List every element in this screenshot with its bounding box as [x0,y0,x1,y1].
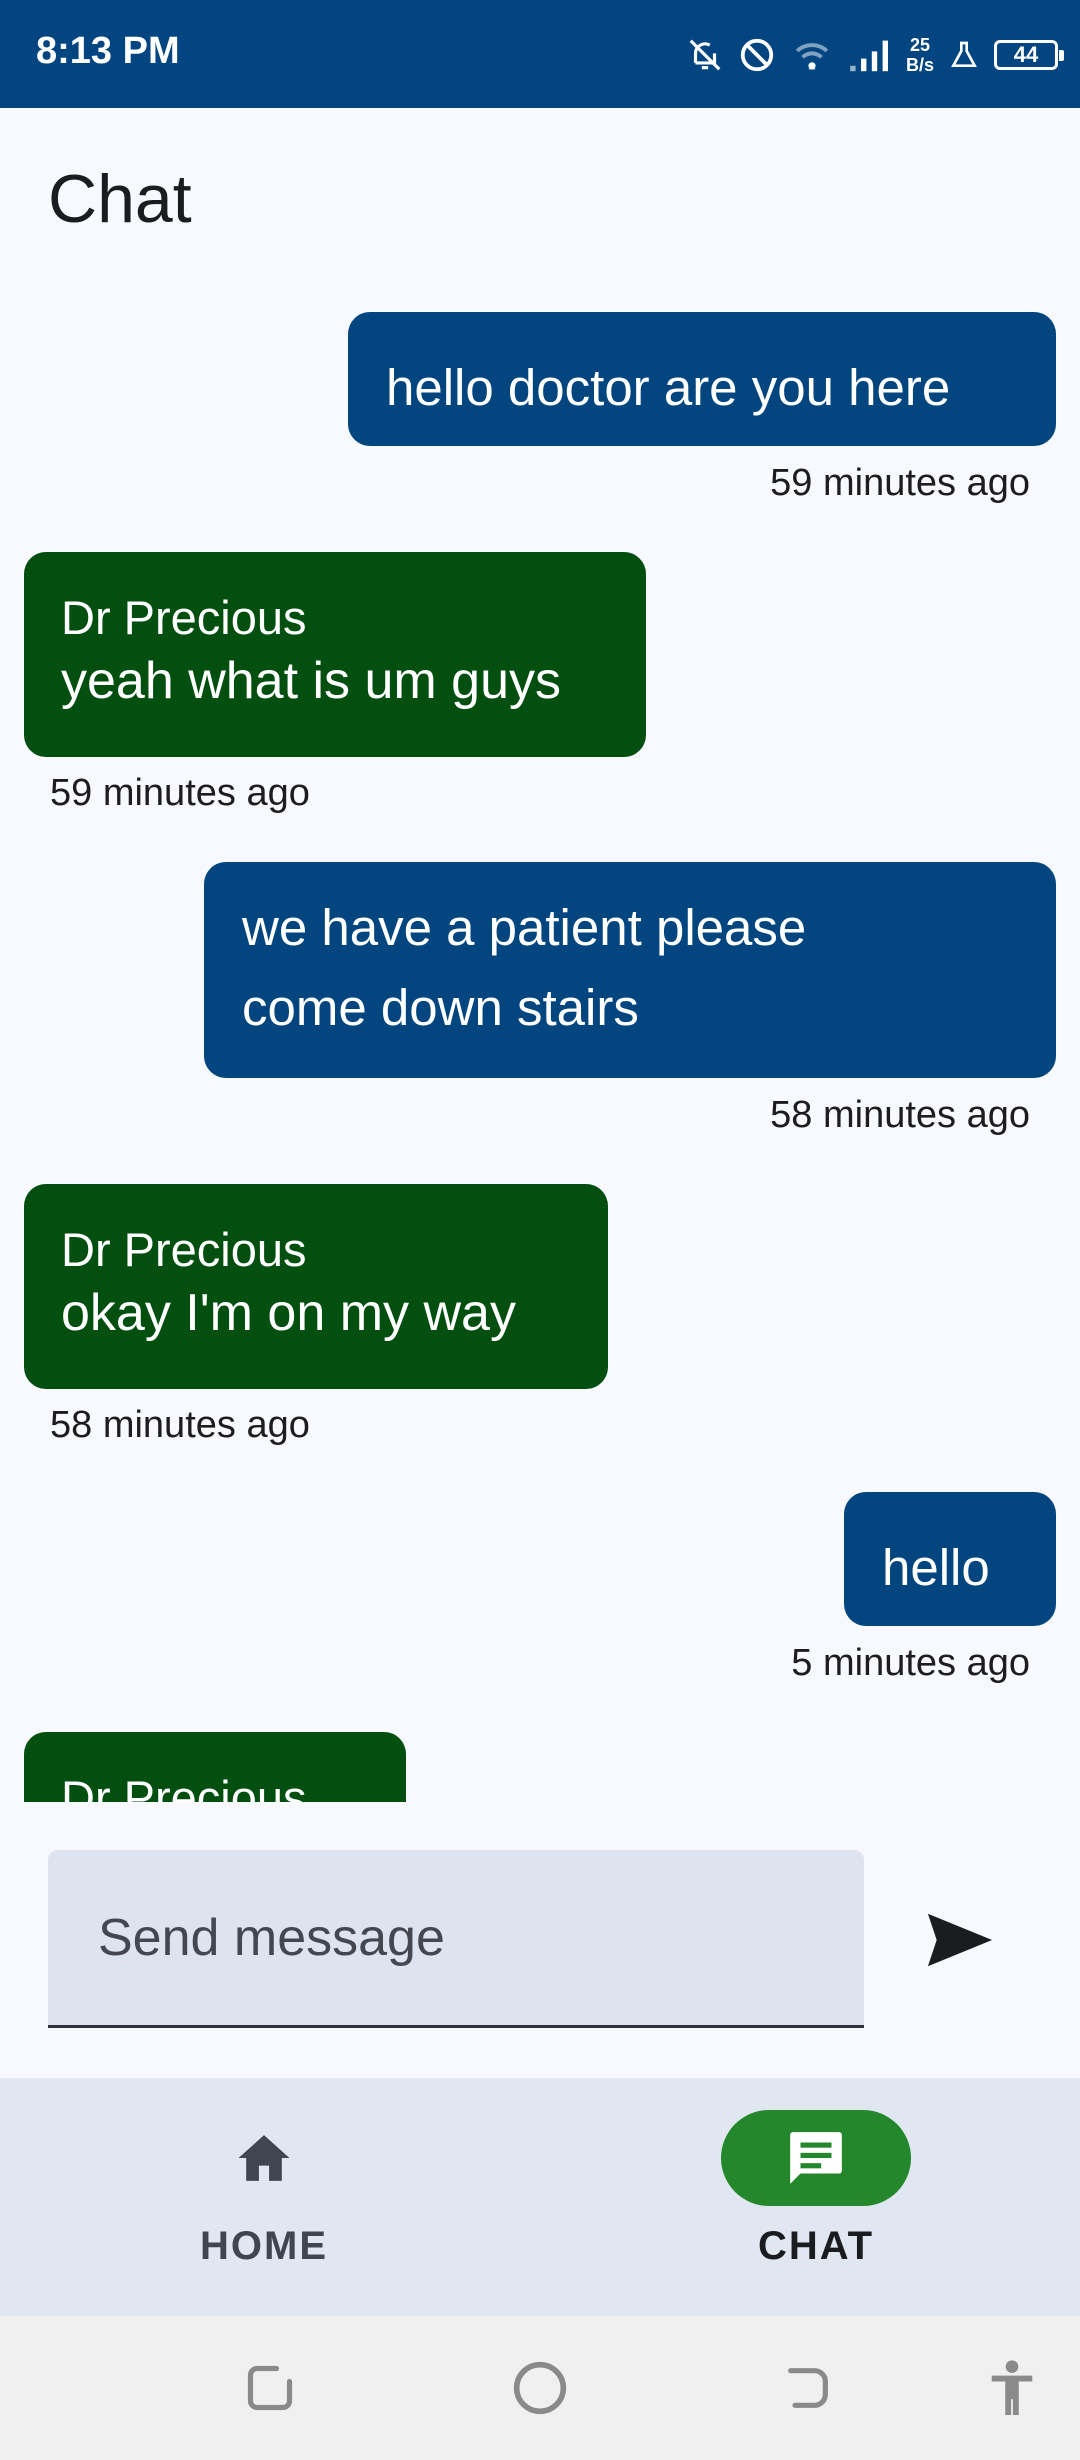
message-text: yeah what is um guys [61,652,562,710]
message-text: hello doctor are you here [386,359,951,416]
lab-flask-icon [951,41,977,67]
message-input[interactable] [48,1850,864,2025]
recents-icon [247,2365,293,2411]
message-bubble-sent[interactable]: we have a patient please come down stair… [204,862,1056,1078]
message-list[interactable]: hello doctor are you here 59 minutes ago… [0,300,1080,1802]
message-bubble-sent[interactable]: hello doctor are you here [348,312,1056,446]
message-text: hello [882,1539,990,1596]
nav-item-home[interactable]: HOME [114,2078,414,2316]
nav-home-indicator [169,2110,359,2206]
message-timestamp: 5 minutes ago [791,1642,1030,1684]
back-button[interactable] [748,2316,868,2460]
message-input-container[interactable] [48,1850,864,2028]
do-not-disturb-icon [740,38,774,72]
chat-icon [790,2132,842,2184]
message-sender: Dr Precious [61,1223,307,1276]
message-timestamp: 59 minutes ago [770,462,1030,504]
message-text-line: we have a patient please [242,899,807,956]
nav-chat-indicator [721,2110,911,2206]
nav-home-label: HOME [200,2224,328,2268]
message-sender: Dr Precious [61,1771,307,1802]
status-icons: 25 B/s 44 [686,28,1064,82]
message-text-line: come down stairs [242,979,639,1036]
wifi-icon [795,43,829,70]
message-bubble-received[interactable]: Dr Precious [24,1732,406,1802]
signal-icon [850,40,888,72]
accessibility-button[interactable] [952,2316,1072,2460]
message-bubble-received[interactable]: Dr Precious yeah what is um guys [24,552,646,757]
notifications-off-icon [689,39,721,71]
battery-level: 44 [1013,42,1039,67]
page-title: Chat [48,161,192,237]
nav-chat-label: CHAT [757,2224,875,2268]
message-sender: Dr Precious [61,591,307,644]
message-text: okay I'm on my way [61,1284,516,1342]
message-bubble-received[interactable]: Dr Precious okay I'm on my way [24,1184,608,1389]
net-speed: 25 B/s [906,35,934,75]
message-bubble-sent[interactable]: hello [844,1492,1056,1626]
home-circle-icon [513,2361,567,2415]
accessibility-icon [991,2360,1033,2415]
back-icon [788,2368,828,2408]
status-bar: 8:13 PM 25 B/s 44 [0,0,1080,108]
message-timestamp: 59 minutes ago [50,772,310,814]
nav-item-chat[interactable]: CHAT [666,2078,966,2316]
net-speed-value: 25 [909,35,930,55]
bottom-navigation: HOME CHAT [0,2078,1080,2316]
message-timestamp: 58 minutes ago [770,1094,1030,1136]
system-navigation-bar [0,2316,1080,2460]
recents-button[interactable] [210,2316,330,2460]
home-icon [238,2135,290,2181]
net-speed-unit: B/s [905,55,934,75]
home-button[interactable] [480,2316,600,2460]
battery-icon: 44 [994,40,1064,70]
send-button[interactable] [920,1900,1000,1980]
status-time: 8:13 PM [36,30,180,72]
send-icon [927,1913,993,1967]
message-timestamp: 58 minutes ago [50,1404,310,1446]
